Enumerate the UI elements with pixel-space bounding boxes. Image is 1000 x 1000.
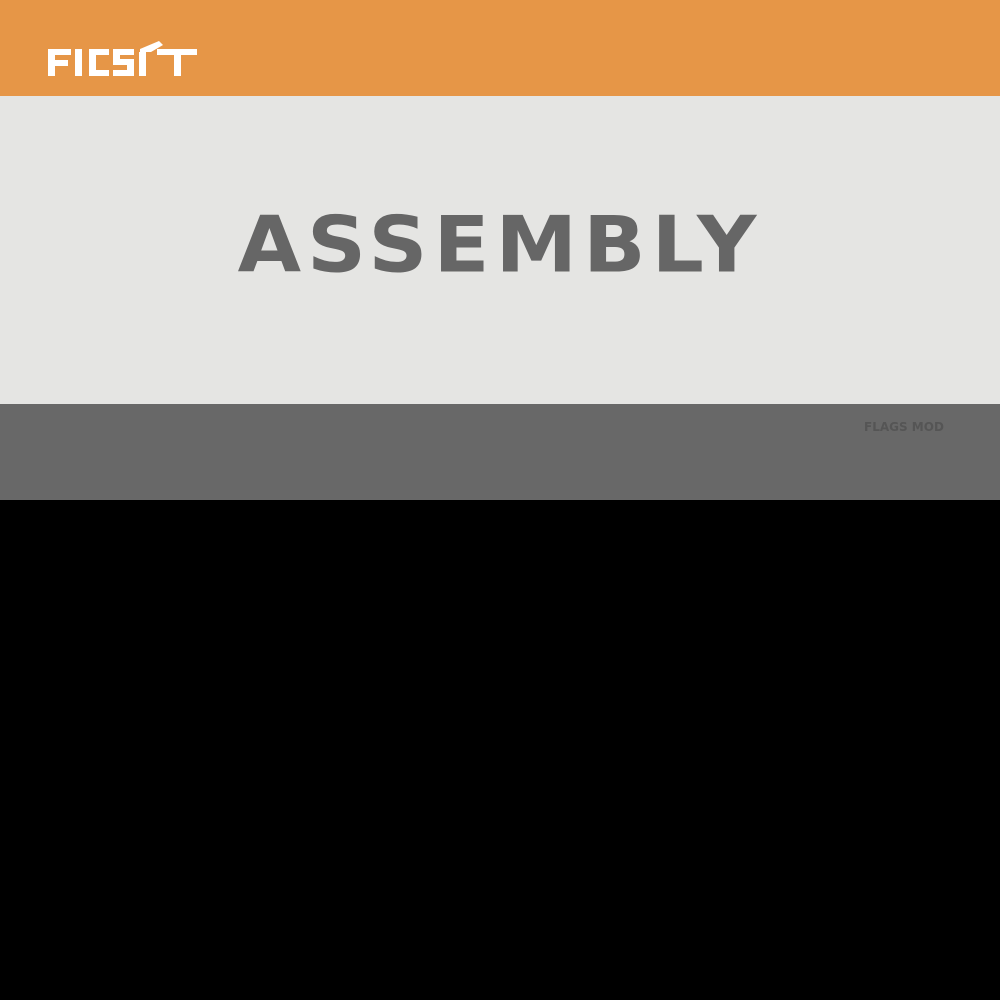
empty-area	[0, 500, 1000, 1000]
sign-title: ASSEMBLY	[237, 200, 763, 291]
sign-canvas: ASSEMBLY FLAGS MOD	[0, 0, 1000, 1000]
ficsit-logo	[47, 40, 199, 80]
header-bar	[0, 0, 1000, 96]
flags-mod-label: FLAGS MOD	[864, 420, 944, 434]
ficsit-logo-mark	[48, 41, 197, 76]
footer-bar	[0, 404, 1000, 500]
